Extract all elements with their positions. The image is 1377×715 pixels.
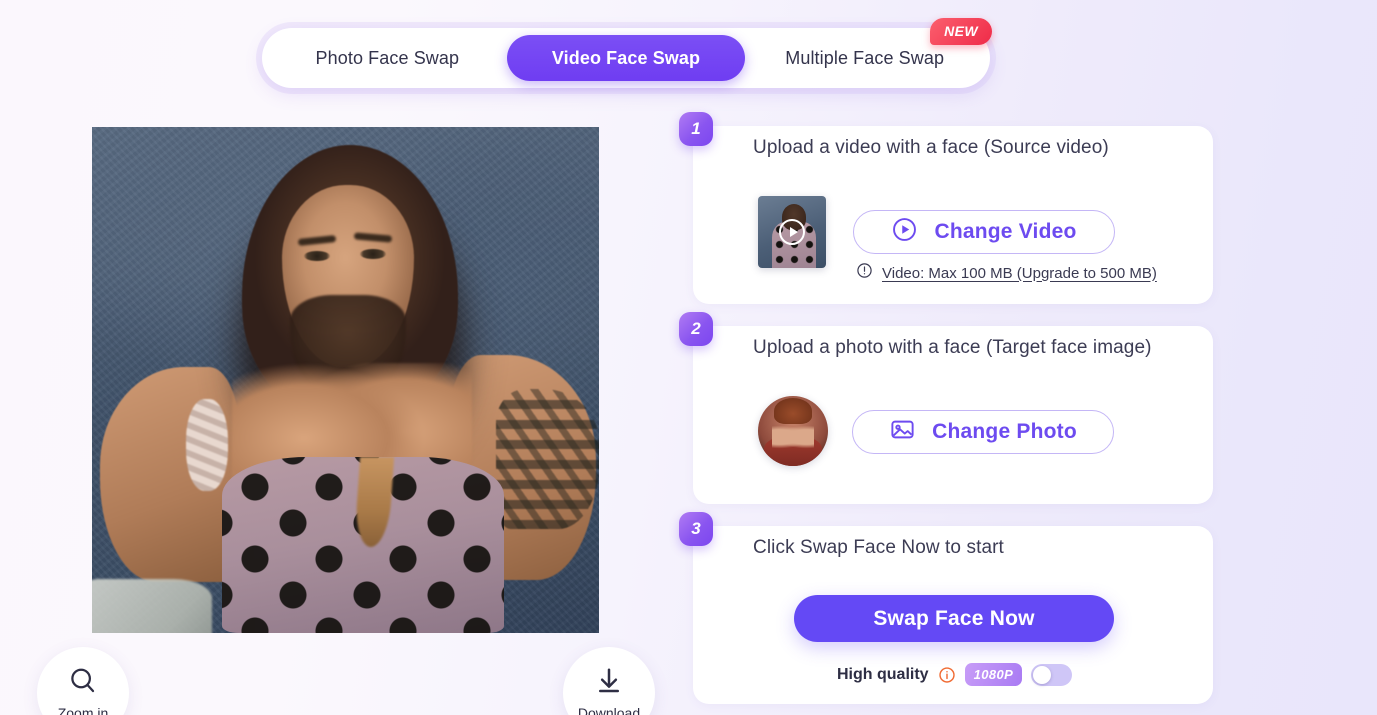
tab-photo-face-swap-label: Photo Face Swap bbox=[315, 47, 460, 68]
tab-list: Photo Face Swap Video Face Swap Multiple… bbox=[262, 28, 990, 88]
download-button[interactable]: Download bbox=[563, 647, 655, 715]
target-face-thumbnail[interactable] bbox=[758, 396, 828, 466]
step-3-badge: 3 bbox=[679, 512, 713, 546]
tab-video-face-swap[interactable]: Video Face Swap bbox=[506, 35, 746, 81]
zoom-in-button[interactable]: Zoom in bbox=[37, 647, 129, 715]
step-2-title: Upload a photo with a face (Target face … bbox=[753, 337, 1152, 358]
image-picture-icon bbox=[889, 416, 916, 448]
step-3-title: Click Swap Face Now to start bbox=[753, 537, 1004, 558]
zoom-in-label: Zoom in bbox=[57, 704, 109, 715]
tab-video-face-swap-label: Video Face Swap bbox=[551, 47, 701, 68]
video-preview[interactable] bbox=[92, 127, 599, 633]
download-arrow-icon bbox=[594, 666, 624, 701]
change-video-button[interactable]: Change Video bbox=[853, 210, 1115, 254]
resolution-badge: 1080P bbox=[964, 663, 1023, 686]
video-size-note-label: Video: Max 100 MB (Upgrade to 500 MB) bbox=[882, 264, 1157, 282]
high-quality-toggle[interactable] bbox=[1031, 663, 1073, 686]
high-quality-row: High quality 1080P bbox=[837, 663, 1073, 686]
step-3-card: 3 Click Swap Face Now to start Swap Face… bbox=[679, 512, 1213, 704]
photo-thumbnail-hands bbox=[772, 424, 814, 450]
new-badge: NEW bbox=[930, 18, 992, 45]
change-video-label: Change Video bbox=[934, 220, 1077, 243]
change-photo-button[interactable]: Change Photo bbox=[852, 410, 1114, 454]
play-circle-icon bbox=[891, 216, 918, 248]
download-label: Download bbox=[577, 704, 641, 715]
step-1-card: 1 Upload a video with a face (Source vid… bbox=[679, 112, 1213, 304]
preview-foreground-object bbox=[92, 579, 212, 633]
step-2-badge: 2 bbox=[679, 312, 713, 346]
change-photo-label: Change Photo bbox=[932, 420, 1077, 443]
step-1-badge: 1 bbox=[679, 112, 713, 146]
preview-eye-right bbox=[360, 249, 386, 259]
source-video-thumbnail[interactable] bbox=[758, 196, 826, 268]
high-quality-label: High quality bbox=[837, 665, 929, 683]
step-2-card: 2 Upload a photo with a face (Target fac… bbox=[679, 312, 1213, 504]
preview-polka-dot-shirt bbox=[222, 457, 504, 633]
video-size-note[interactable]: Video: Max 100 MB (Upgrade to 500 MB) bbox=[856, 262, 1157, 284]
tab-photo-face-swap[interactable]: Photo Face Swap bbox=[268, 35, 507, 81]
exclamation-circle-icon bbox=[856, 262, 873, 284]
preview-eye-left bbox=[304, 251, 330, 261]
toggle-knob bbox=[1033, 665, 1052, 684]
step-1-title: Upload a video with a face (Source video… bbox=[753, 137, 1109, 158]
magnifier-icon bbox=[68, 666, 98, 701]
preview-tattoo bbox=[496, 389, 599, 529]
info-circle-icon[interactable] bbox=[938, 666, 956, 684]
face-swap-tabbar: Photo Face Swap Video Face Swap Multiple… bbox=[262, 18, 992, 88]
tab-multiple-face-swap-label: Multiple Face Swap bbox=[785, 47, 945, 68]
play-overlay-icon bbox=[779, 219, 805, 245]
swap-face-now-button[interactable]: Swap Face Now bbox=[794, 595, 1114, 642]
